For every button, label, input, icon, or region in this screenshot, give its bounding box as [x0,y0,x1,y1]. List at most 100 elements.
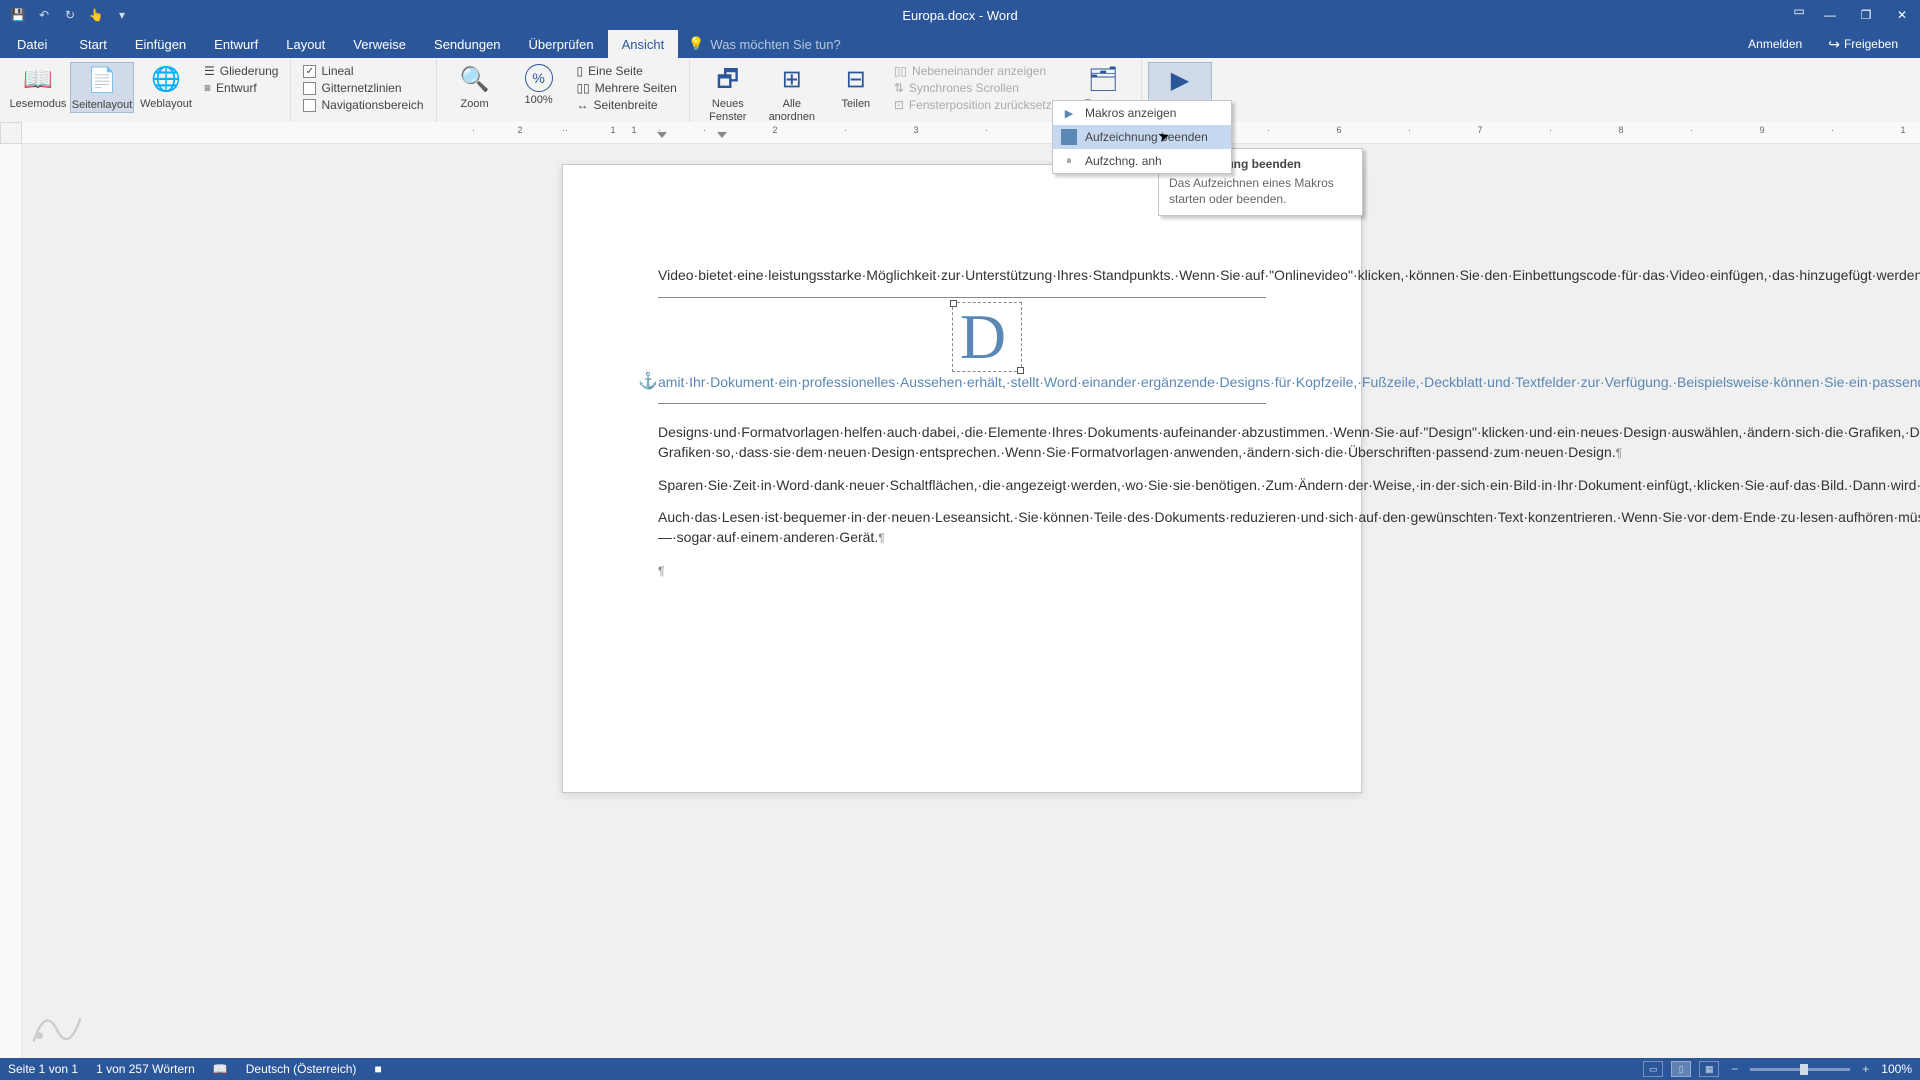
draft-icon: ≡ [204,81,211,95]
paragraph[interactable]: Auch·das·Lesen·ist·bequemer·in·der·neuen… [658,507,1266,548]
close-button[interactable]: ✕ [1884,0,1920,30]
tab-mailings[interactable]: Sendungen [420,30,515,58]
paragraph[interactable]: Video·bietet·eine·leistungsstarke·Möglic… [658,265,1266,285]
vertical-ruler[interactable] [0,144,22,1058]
share-icon [1828,36,1840,53]
multi-pages-icon: ▯▯ [577,81,590,95]
pause-recording-item[interactable]: ⏸ Aufzchng. anh [1053,149,1231,173]
zoom-button[interactable]: 🔍 Zoom [443,62,507,111]
pause-icon: ⏸ [1061,153,1077,169]
window-controls: ▭ — ❐ ✕ [1786,0,1920,30]
tab-review[interactable]: Überprüfen [515,30,608,58]
tab-design[interactable]: Entwurf [200,30,272,58]
quick-access-toolbar: 💾 ↶ ↻ 👆 ▾ [0,4,134,26]
document-area[interactable]: Video·bietet·eine·leistungsstarke·Möglic… [22,144,1920,1058]
new-window-button[interactable]: 🗗 Neues Fenster [696,62,760,124]
share-button[interactable]: Freigeben [1816,36,1910,53]
paragraph[interactable] [658,560,1266,580]
tooltip-body: Das Aufzeichnen eines Makros starten ode… [1169,175,1352,207]
page-indicator[interactable]: Seite 1 von 1 [8,1062,78,1076]
document-page[interactable]: Video·bietet·eine·leistungsstarke·Möglic… [562,164,1362,793]
read-mode-icon: 📖 [22,64,54,96]
stop-icon [1061,129,1077,145]
tab-references[interactable]: Verweise [339,30,420,58]
page-width-icon: ↔ [577,98,589,112]
watermark-icon [22,994,92,1054]
ruler-checkbox[interactable]: ✓Lineal [303,64,423,78]
zoom-icon: 🔍 [459,64,491,96]
save-icon[interactable]: 💾 [6,4,30,26]
arrange-all-button[interactable]: ⊞ Alle anordnen [760,62,824,124]
tell-me-search[interactable]: 💡 Was möchten Sie tun? [678,30,841,58]
hundred-percent-button[interactable]: % 100% [507,62,571,107]
signin-link[interactable]: Anmelden [1736,37,1814,51]
outline-button[interactable]: ☰Gliederung [204,64,278,78]
dropcap-block[interactable]: D amit·Ihr·Dokument·ein·professionelles·… [658,297,1266,404]
indent-marker-icon[interactable] [717,132,727,138]
web-layout-button[interactable]: 🌐 Weblayout [134,62,198,111]
tab-file[interactable]: Datei [3,30,61,58]
status-bar: Seite 1 von 1 1 von 257 Wörtern 📖 Deutsc… [0,1058,1920,1080]
web-layout-icon: 🌐 [150,64,182,96]
paragraph[interactable]: Sparen·Sie·Zeit·in·Word·dank·neuer·Schal… [658,475,1266,495]
one-page-button[interactable]: ▯Eine Seite [577,64,677,78]
ribbon-tabs: Datei Start Einfügen Entwurf Layout Verw… [0,30,1920,58]
checkbox-icon [303,99,316,112]
reset-position-button: ⊡Fensterposition zurücksetzen [894,98,1065,112]
outline-icon: ☰ [204,64,215,78]
word-count[interactable]: 1 von 257 Wörtern [96,1062,195,1076]
navpane-checkbox[interactable]: Navigationsbereich [303,98,423,112]
ribbon-options-icon[interactable]: ▭ [1786,0,1812,22]
side-by-side-button: ▯▯Nebeneinander anzeigen [894,64,1065,78]
page-layout-button[interactable]: 📄 Seitenlayout [70,62,134,113]
zoom-level[interactable]: 100% [1881,1062,1912,1076]
checkbox-checked-icon: ✓ [303,65,316,78]
zoom-out-button[interactable]: − [1727,1062,1742,1076]
hundred-icon: % [525,64,553,92]
read-view-btn[interactable]: ▭ [1643,1061,1663,1077]
arrange-all-icon: ⊞ [776,64,808,96]
paragraph[interactable]: Designs·und·Formatvorlagen·helfen·auch·d… [658,422,1266,463]
print-view-btn[interactable]: ▯ [1671,1061,1691,1077]
new-window-icon: 🗗 [712,64,744,96]
indent-marker-icon[interactable] [657,132,667,138]
gridlines-checkbox[interactable]: Gitternetzlinien [303,81,423,95]
minimize-button[interactable]: — [1812,0,1848,30]
repeat-icon[interactable]: ↻ [58,4,82,26]
tab-insert[interactable]: Einfügen [121,30,200,58]
maximize-button[interactable]: ❐ [1848,0,1884,30]
tab-layout[interactable]: Layout [272,30,339,58]
qat-customize-icon[interactable]: ▾ [110,4,134,26]
zoom-in-button[interactable]: + [1858,1062,1873,1076]
stop-recording-item[interactable]: Aufzeichnung beenden [1053,125,1231,149]
read-mode-button[interactable]: 📖 Lesemodus [6,62,70,111]
zoom-slider[interactable] [1750,1068,1850,1071]
tab-start[interactable]: Start [65,30,120,58]
reset-pos-icon: ⊡ [894,98,904,112]
page-layout-icon: 📄 [86,65,118,97]
tab-view[interactable]: Ansicht [608,30,679,58]
view-macros-item[interactable]: ▶ Makros anzeigen [1053,101,1231,125]
multi-pages-button[interactable]: ▯▯Mehrere Seiten [577,81,677,95]
selection-handles[interactable] [952,302,1022,372]
one-page-icon: ▯ [577,64,584,78]
split-button[interactable]: ⊟ Teilen [824,62,888,111]
ruler-corner[interactable] [0,122,22,144]
paragraph[interactable]: D amit·Ihr·Dokument·ein·professionelles·… [658,308,1266,393]
switch-windows-icon: 🗂 [1087,64,1119,96]
anchor-icon[interactable]: ⚓ [638,371,658,391]
macros-icon: ▶ [1164,65,1196,97]
language-indicator[interactable]: Deutsch (Österreich) [246,1062,357,1076]
tell-me-placeholder: Was möchten Sie tun? [710,37,840,52]
web-view-btn[interactable]: ▦ [1699,1061,1719,1077]
window-title: Europa.docx - Word [902,8,1017,23]
macro-recording-icon[interactable]: ■ [374,1062,381,1076]
draft-button[interactable]: ≡Entwurf [204,81,278,95]
page-width-button[interactable]: ↔Seitenbreite [577,98,677,112]
touch-mode-icon[interactable]: 👆 [84,4,108,26]
undo-icon[interactable]: ↶ [32,4,56,26]
bulb-icon: 💡 [688,36,704,52]
spellcheck-icon[interactable]: 📖 [213,1062,228,1076]
side-by-side-icon: ▯▯ [894,64,907,78]
horizontal-ruler[interactable]: · 2 · 1 · · 1 · 2 · 3 · 4 · 5 · 6 · 7 · … [22,122,1920,144]
